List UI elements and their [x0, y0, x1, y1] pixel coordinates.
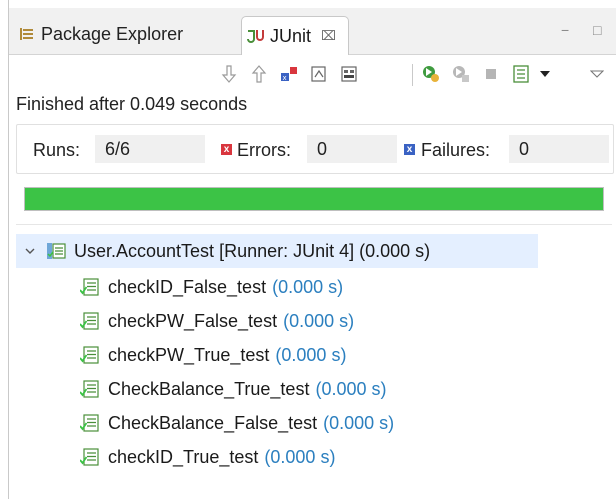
history-dropdown-icon[interactable] — [535, 64, 555, 84]
minimize-icon[interactable]: − — [561, 22, 569, 38]
tab-junit[interactable]: JUnit ⌧ — [241, 16, 349, 55]
errors-value: 0 — [307, 135, 397, 163]
test-case-item[interactable]: CheckBalance_True_test (0.000 s) — [80, 374, 387, 404]
test-case-name: checkID_True_test — [108, 446, 259, 467]
test-case-time: (0.000 s) — [275, 344, 347, 365]
errors-label: Errors: — [237, 140, 291, 160]
tab-label: JUnit — [270, 25, 312, 46]
test-case-item[interactable]: checkPW_False_test (0.000 s) — [80, 306, 354, 336]
run-status-text: Finished after 0.049 seconds — [16, 94, 248, 114]
test-case-name: CheckBalance_True_test — [108, 378, 310, 399]
runs-value: 6/6 — [95, 135, 205, 163]
test-case-item[interactable]: CheckBalance_False_test (0.000 s) — [80, 408, 394, 438]
test-case-name: CheckBalance_False_test — [108, 412, 318, 433]
errors-icon: x — [221, 144, 232, 155]
tree-separator — [16, 224, 612, 225]
tree-root-label: User.AccountTest [Runner: JUnit 4] (0.00… — [74, 240, 431, 261]
test-case-name: checkID_False_test — [108, 276, 267, 297]
test-passed-icon — [80, 414, 100, 432]
show-skipped-icon[interactable] — [339, 64, 359, 84]
junit-icon — [246, 27, 266, 45]
rerun-test-icon[interactable] — [421, 64, 441, 84]
test-passed-icon — [80, 278, 100, 296]
tab-label: Package Explorer — [41, 23, 184, 44]
test-case-item[interactable]: checkPW_True_test (0.000 s) — [80, 340, 346, 370]
test-passed-icon — [80, 312, 100, 330]
test-case-time: (0.000 s) — [323, 412, 395, 433]
failures-label: Failures: — [421, 140, 491, 160]
test-passed-icon — [80, 380, 100, 398]
failures-icon: x — [404, 144, 415, 155]
test-case-item[interactable]: checkID_False_test (0.000 s) — [80, 272, 343, 302]
progress-bar-fill — [25, 188, 603, 210]
test-suite-ok-icon — [46, 242, 66, 260]
counter-panel: Runs: 6/6 x Errors: 0 x Failures: 0 — [16, 124, 614, 174]
chevron-down-icon[interactable] — [24, 245, 36, 257]
view-menu-icon[interactable] — [587, 64, 607, 84]
test-case-name: checkPW_True_test — [108, 344, 270, 365]
junit-toolbar: x — [9, 56, 616, 92]
test-case-time: (0.000 s) — [264, 446, 336, 467]
rerun-failed-first-icon[interactable] — [451, 64, 471, 84]
test-passed-icon — [80, 448, 100, 466]
previous-failure-icon[interactable] — [249, 64, 269, 84]
stop-icon[interactable] — [481, 64, 501, 84]
package-explorer-icon — [19, 26, 35, 42]
toolbar-separator — [412, 64, 413, 86]
svg-text:x: x — [283, 74, 287, 82]
next-failure-icon[interactable] — [219, 64, 239, 84]
test-case-name: checkPW_False_test — [108, 310, 278, 331]
runs-label: Runs: — [33, 140, 81, 160]
tab-bar: Package Explorer JUnit ⌧ − □ — [9, 8, 616, 55]
failures-value: 0 — [509, 135, 609, 163]
test-case-time: (0.000 s) — [283, 310, 355, 331]
test-case-time: (0.000 s) — [272, 276, 344, 297]
test-case-item[interactable]: checkID_True_test (0.000 s) — [80, 442, 335, 472]
test-passed-icon — [80, 346, 100, 364]
tab-package-explorer[interactable]: Package Explorer — [9, 16, 193, 52]
progress-bar — [24, 187, 604, 211]
close-icon[interactable]: ⌧ — [321, 28, 336, 44]
maximize-icon[interactable]: □ — [593, 22, 601, 38]
test-run-history-icon[interactable] — [511, 64, 531, 84]
scroll-lock-icon[interactable] — [309, 64, 329, 84]
tree-root-item[interactable]: User.AccountTest [Runner: JUnit 4] (0.00… — [16, 234, 538, 268]
test-case-time: (0.000 s) — [315, 378, 387, 399]
show-failures-only-icon[interactable]: x — [279, 64, 299, 84]
